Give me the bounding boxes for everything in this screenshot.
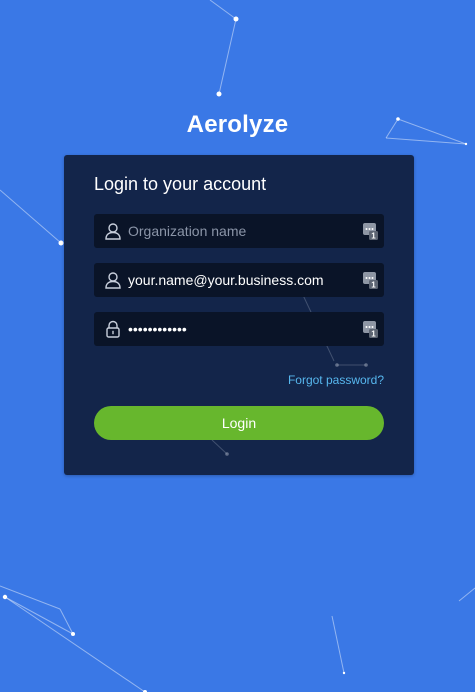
lock-icon — [106, 320, 120, 338]
organization-field: 1 — [94, 214, 384, 248]
user-icon — [105, 272, 121, 289]
login-heading: Login to your account — [94, 174, 267, 194]
app-title: Aerolyze — [186, 111, 289, 138]
forgot-password-link[interactable]: Forgot password? — [288, 373, 384, 387]
email-field: 1 — [94, 263, 384, 297]
email-input[interactable] — [128, 263, 353, 297]
password-manager-icon[interactable]: 1 — [362, 320, 378, 338]
password-field: 1 — [94, 312, 384, 346]
organization-input[interactable] — [128, 214, 353, 248]
svg-text:1: 1 — [371, 232, 376, 241]
svg-text:1: 1 — [371, 330, 376, 339]
user-icon — [105, 223, 121, 240]
login-button[interactable]: Login — [94, 406, 384, 440]
password-input[interactable] — [128, 312, 353, 346]
password-manager-icon[interactable]: 1 — [362, 222, 378, 240]
svg-text:1: 1 — [371, 281, 376, 290]
login-card: Login to your account 1 1 — [64, 155, 414, 475]
password-manager-icon[interactable]: 1 — [362, 271, 378, 289]
